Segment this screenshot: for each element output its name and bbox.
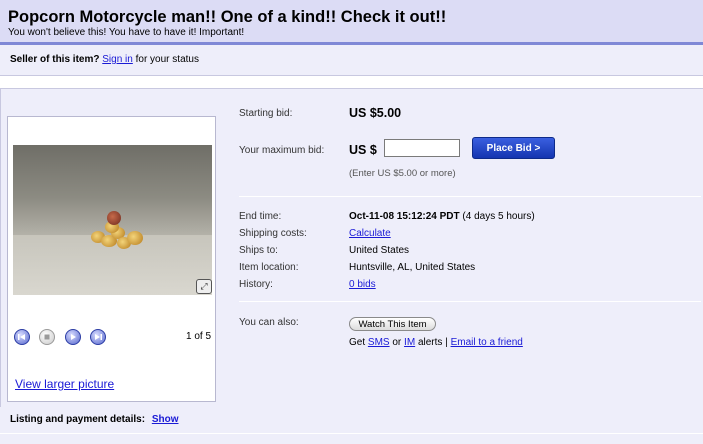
history-label: History:: [239, 279, 273, 290]
title-bar: Popcorn Motorcycle man!! One of a kind!!…: [0, 0, 703, 45]
starting-bid-label: Starting bid:: [239, 108, 293, 119]
starting-bid-value: US $5.00: [349, 106, 402, 120]
item-location-value: Huntsville, AL, United States: [349, 262, 476, 273]
ships-to-value: United States: [349, 245, 410, 256]
end-time: Oct-11-08 15:12:24 PDT (4 days 5 hours): [349, 211, 535, 222]
item-summary-panel: ⤢ 1 of 5 View larger picture Starting bi…: [0, 88, 703, 408]
listing-details: Listing and payment details: Show: [10, 414, 178, 425]
sign-in-link[interactable]: Sign in: [102, 54, 133, 65]
next-icon[interactable]: [90, 329, 106, 345]
time-remaining: (4 days 5 hours): [462, 211, 535, 222]
im-link[interactable]: IM: [404, 337, 415, 348]
view-larger-link[interactable]: View larger picture: [15, 377, 114, 391]
popcorn-piece: [127, 231, 143, 245]
show-listing-link[interactable]: Show: [152, 414, 179, 425]
play-icon[interactable]: [65, 329, 81, 345]
bid-history-link[interactable]: 0 bids: [349, 279, 376, 290]
divider: [239, 301, 701, 302]
alerts-text: alerts |: [417, 337, 448, 348]
seller-prefix: Seller of this item?: [10, 54, 100, 65]
picture-counter: 1 of 5: [186, 331, 212, 342]
max-bid-label: Your maximum bid:: [239, 145, 325, 156]
watch-item-button[interactable]: Watch This Item: [349, 317, 436, 331]
alerts-line: Get SMS or IM alerts | Email to a friend: [349, 337, 523, 348]
seller-bar: Seller of this item? Sign in for your st…: [0, 45, 703, 76]
item-photo[interactable]: ⤢: [13, 145, 212, 295]
item-location-label: Item location:: [239, 262, 299, 273]
place-bid-button[interactable]: Place Bid >: [472, 137, 555, 159]
picture-panel: ⤢ 1 of 5 View larger picture: [7, 116, 216, 402]
ships-to-label: Ships to:: [239, 245, 278, 256]
get-text: Get: [349, 337, 366, 348]
email-friend-link[interactable]: Email to a friend: [451, 337, 523, 348]
currency-label: US $: [349, 143, 377, 157]
sms-link[interactable]: SMS: [368, 337, 390, 348]
listing-label: Listing and payment details:: [10, 414, 146, 425]
listing-bar: Listing and payment details: Show: [0, 407, 703, 433]
seller-suffix: for your status: [135, 54, 199, 65]
you-can-also-label: You can also:: [239, 317, 299, 328]
stop-icon[interactable]: [39, 329, 55, 345]
popcorn-rider: [107, 211, 121, 225]
seller-status: Seller of this item? Sign in for your st…: [10, 54, 199, 65]
calculate-shipping-link[interactable]: Calculate: [349, 228, 391, 239]
bid-hint: (Enter US $5.00 or more): [349, 168, 456, 179]
end-time-value: Oct-11-08 15:12:24 PDT: [349, 211, 460, 222]
or-text: or: [392, 337, 402, 348]
bottom-strip: [0, 433, 703, 444]
shipping-costs-label: Shipping costs:: [239, 228, 307, 239]
divider: [239, 196, 701, 197]
previous-icon[interactable]: [14, 329, 30, 345]
max-bid-input[interactable]: [384, 139, 460, 157]
item-title: Popcorn Motorcycle man!! One of a kind!!…: [8, 8, 447, 26]
enlarge-icon[interactable]: ⤢: [196, 279, 212, 294]
item-subtitle: You won't believe this! You have to have…: [8, 27, 245, 38]
end-time-label: End time:: [239, 211, 282, 222]
